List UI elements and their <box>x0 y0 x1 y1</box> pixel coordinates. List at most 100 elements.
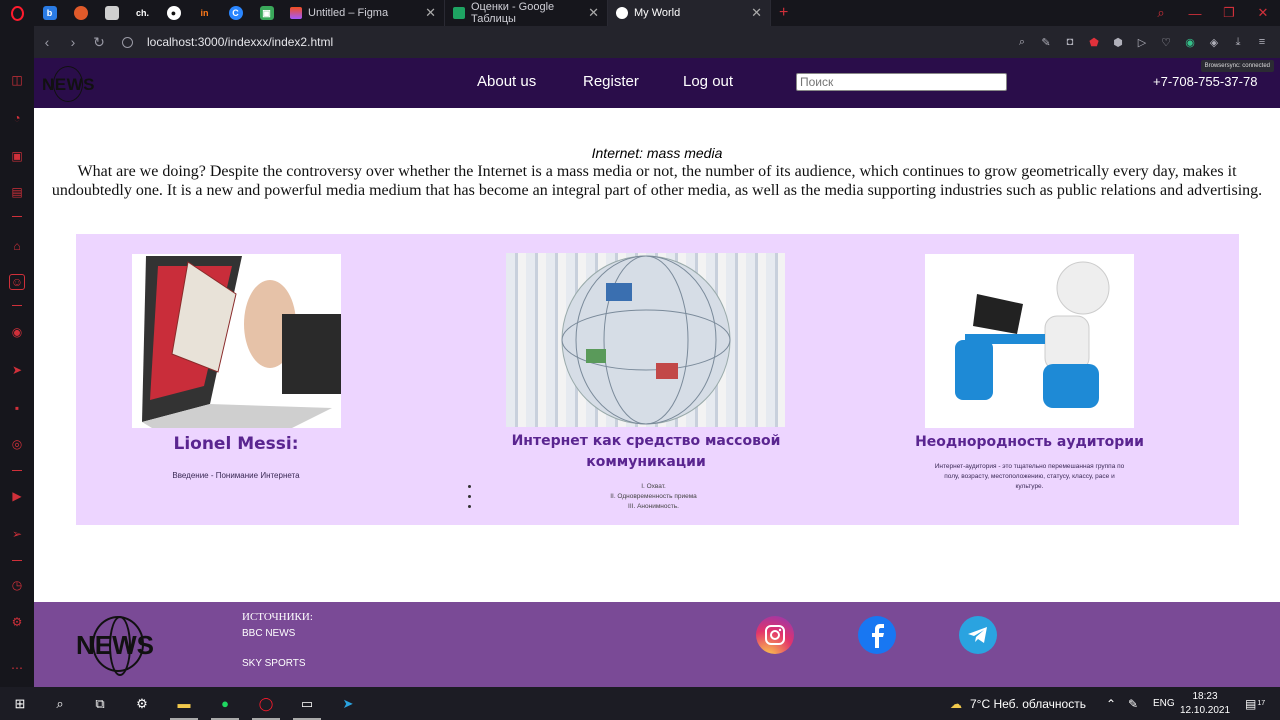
twitch-icon[interactable]: ▤ <box>9 184 25 200</box>
pinned-tab-3[interactable] <box>96 0 127 26</box>
account-icon[interactable]: ◉ <box>1178 36 1202 49</box>
reload-icon[interactable]: ↻ <box>86 34 112 51</box>
weather-widget[interactable]: ☁ 7°C Неб. облачность <box>950 687 1086 720</box>
file-explorer-icon[interactable]: ▬ <box>164 687 204 720</box>
extensions-icon[interactable]: ◈ <box>1202 36 1226 49</box>
nav-about-us[interactable]: About us <box>477 73 536 90</box>
window-controls: ⌕ — ❐ ✕ <box>1144 0 1280 26</box>
card-title: Интернет как средство массовой коммуника… <box>511 433 781 470</box>
footer-logo[interactable]: NEWS <box>76 616 160 676</box>
logo-text: NEWS <box>76 630 154 660</box>
search-input[interactable] <box>796 73 1007 91</box>
close-tab-icon[interactable]: ✕ <box>425 5 436 21</box>
system-clock[interactable]: 18:23 12.10.2021 <box>1180 690 1230 718</box>
facebook-icon[interactable] <box>858 616 896 654</box>
tab-bar: b ch. ● in C ▣ Untitled – Figma ✕ Оценки… <box>0 0 1280 26</box>
spotify-icon[interactable]: ● <box>205 687 245 720</box>
bag-icon[interactable]: ▣ <box>9 148 25 164</box>
new-tab-button[interactable]: + <box>779 4 788 22</box>
gamepad-icon[interactable]: ◫ <box>9 72 25 88</box>
bing-icon: b <box>42 6 57 20</box>
terminal-icon[interactable]: ▭ <box>287 687 327 720</box>
close-window-icon[interactable]: ✕ <box>1246 5 1280 21</box>
nav-log-out[interactable]: Log out <box>683 73 733 90</box>
list-item: II. Одновременность приема <box>468 492 716 502</box>
site-info-icon[interactable] <box>122 36 133 48</box>
card-list: I. Охват. II. Одновременность приема III… <box>468 482 716 512</box>
player-icon[interactable]: ▶ <box>9 488 25 504</box>
tab-figma[interactable]: Untitled – Figma ✕ <box>282 0 445 26</box>
search-icon[interactable]: ⌕ <box>40 687 80 720</box>
speed-icon[interactable]: ◔ <box>9 110 25 126</box>
opera-icon[interactable]: ◯ <box>246 687 286 720</box>
address-bar: ‹ › ↻ localhost:3000/indexxx/index2.html… <box>34 26 1280 58</box>
messenger-hub-icon[interactable]: ☺ <box>9 274 25 290</box>
search-icon[interactable]: ⌕ <box>1010 36 1034 49</box>
history-icon[interactable]: ◷ <box>9 577 25 593</box>
tab-label: My World <box>634 7 681 19</box>
site-logo[interactable]: NEWS <box>42 66 96 102</box>
edit-icon[interactable]: ✎ <box>1034 36 1058 49</box>
telegram-sidebar-icon[interactable]: ➤ <box>9 362 25 378</box>
pinned-tab-ch[interactable]: ch. <box>127 0 158 26</box>
heart-icon[interactable]: ♡ <box>1154 36 1178 49</box>
language-indicator[interactable]: ENG <box>1153 687 1175 720</box>
send-icon[interactable]: ➢ <box>9 526 25 542</box>
pinned-tab-in[interactable]: in <box>189 0 220 26</box>
intro-text: What are we doing? Despite the controver… <box>51 163 1263 199</box>
back-icon[interactable]: ‹ <box>34 34 60 50</box>
download-icon[interactable]: ⤓ <box>1226 36 1250 49</box>
in-icon: in <box>200 8 209 18</box>
send-icon[interactable]: ▷ <box>1130 36 1154 49</box>
instagram-icon[interactable] <box>756 616 794 654</box>
pinned-tab-image[interactable]: ▣ <box>251 0 282 26</box>
minimize-icon[interactable]: — <box>1178 6 1212 21</box>
card-image-news-globe <box>506 253 785 427</box>
pinned-tab-github[interactable]: ● <box>158 0 189 26</box>
task-view-icon[interactable]: ⧉ <box>80 687 120 720</box>
settings-icon[interactable]: ⚙ <box>9 614 25 630</box>
restore-icon[interactable]: ❐ <box>1212 5 1246 21</box>
browsersync-tooltip: Browsersync: connected <box>1200 60 1274 72</box>
menu-icon[interactable]: ≡ <box>1250 36 1274 48</box>
vk-icon[interactable]: ▪ <box>9 400 25 416</box>
tab-sheets[interactable]: Оценки - Google Таблицы ✕ <box>445 0 608 26</box>
source-link-sky[interactable]: SKY SPORTS <box>242 658 306 669</box>
tray-chevron-icon[interactable]: ⌃ <box>1106 687 1116 720</box>
windows-start-icon[interactable]: ⊞ <box>0 687 40 720</box>
url-field[interactable]: localhost:3000/indexxx/index2.html <box>122 35 333 49</box>
card-image-laptop-newspaper <box>132 254 341 428</box>
close-tab-icon[interactable]: ✕ <box>751 5 762 21</box>
settings-gear-icon[interactable]: ⚙ <box>122 687 162 720</box>
source-link-bbc[interactable]: BBC NEWS <box>242 628 295 639</box>
whatsapp-icon[interactable]: ◉ <box>9 324 25 340</box>
cube-icon[interactable]: ⬢ <box>1106 36 1130 49</box>
search-tabs-icon[interactable]: ⌕ <box>1144 5 1178 21</box>
shield-icon[interactable]: ⬟ <box>1082 36 1106 49</box>
notifications-icon[interactable]: ▤ 17 <box>1245 687 1265 720</box>
pinned-tab-c[interactable]: C <box>220 0 251 26</box>
logo-text: NEWS <box>42 75 95 94</box>
screen: b ch. ● in C ▣ Untitled – Figma ✕ Оценки… <box>0 0 1280 720</box>
tab-label: Untitled – Figma <box>308 7 389 19</box>
nav-register[interactable]: Register <box>583 73 639 90</box>
opera-logo-icon[interactable] <box>0 0 34 26</box>
telegram-taskbar-icon[interactable]: ➤ <box>328 687 368 720</box>
close-tab-icon[interactable]: ✕ <box>588 5 599 21</box>
pen-icon[interactable]: ✎ <box>1128 687 1138 720</box>
doc-icon <box>104 6 119 20</box>
telegram-icon[interactable] <box>959 616 997 654</box>
tab-label: Оценки - Google Таблицы <box>471 1 555 25</box>
more-icon[interactable]: ⋯ <box>9 660 25 676</box>
sources-heading: ИСТОЧНИКИ: <box>242 611 313 623</box>
pinned-tab-2[interactable] <box>65 0 96 26</box>
camera-icon[interactable]: ◘ <box>1058 36 1082 48</box>
instagram-sidebar-icon[interactable]: ◎ <box>9 436 25 452</box>
forward-icon[interactable]: › <box>60 34 86 50</box>
list-item: I. Охват. <box>468 482 716 492</box>
home-icon[interactable]: ⌂ <box>9 238 25 254</box>
tab-my-world[interactable]: My World ✕ <box>608 0 771 26</box>
sidebar-divider <box>12 470 22 471</box>
pinned-tab-bing[interactable]: b <box>34 0 65 26</box>
clock-date: 12.10.2021 <box>1180 705 1231 716</box>
